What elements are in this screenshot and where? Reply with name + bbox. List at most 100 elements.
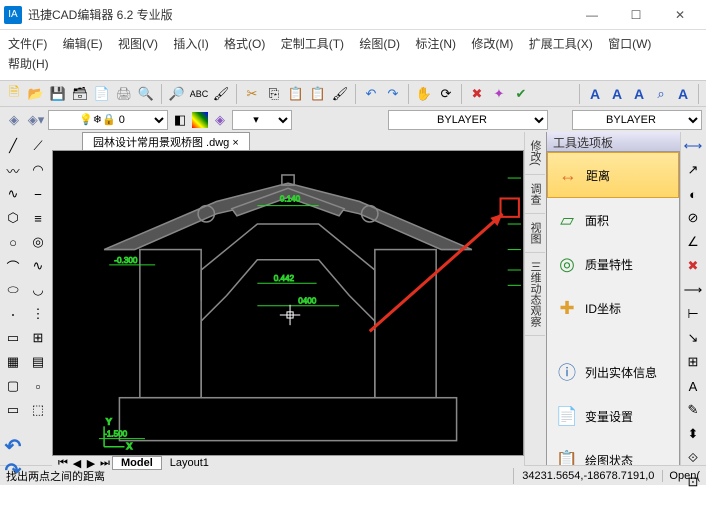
palette-area[interactable]: ▱ 面积 — [547, 198, 679, 242]
cut-icon[interactable]: ✂ — [242, 84, 262, 104]
arc2-icon[interactable]: ⌒ — [2, 256, 24, 276]
lineweight-select[interactable]: BYLAYER — [572, 110, 702, 130]
print-preview-icon[interactable]: 🔍 — [136, 84, 156, 104]
dim-leader-icon[interactable]: ↘ — [683, 328, 703, 348]
circle-icon[interactable]: ○ — [2, 232, 24, 252]
purge-icon[interactable]: ✦ — [489, 84, 509, 104]
revcloud-icon[interactable]: ∿ — [27, 256, 49, 276]
palette-id[interactable]: ✚ ID坐标 — [547, 286, 679, 330]
gradient-icon[interactable]: ▤ — [27, 352, 49, 372]
earc-icon[interactable]: ◡ — [27, 280, 49, 300]
color-select[interactable]: ▾ — [232, 110, 292, 130]
menu-insert[interactable]: 插入(I) — [173, 37, 208, 51]
doc-tab[interactable]: 园林设计常用景观桥图 .dwg × — [82, 132, 250, 150]
pdf-icon[interactable]: 📄 — [92, 84, 112, 104]
menu-view[interactable]: 视图(V) — [118, 37, 158, 51]
vtab-modify[interactable]: 修改( — [525, 132, 545, 175]
linetype-select[interactable]: BYLAYER — [388, 110, 548, 130]
paste-icon[interactable]: 📋 — [308, 84, 328, 104]
pline-icon[interactable]: 〰 — [2, 160, 24, 180]
text-a4-icon[interactable]: ⌕ — [651, 84, 671, 104]
insert-icon[interactable]: ⊞ — [27, 328, 49, 348]
text-a5-icon[interactable]: A — [673, 84, 693, 104]
undo2-icon[interactable]: ↶ — [2, 436, 24, 456]
divide-icon[interactable]: ⋮ — [27, 304, 49, 324]
status-mode[interactable]: Open( — [663, 470, 706, 482]
menu-draw[interactable]: 绘图(D) — [359, 37, 400, 51]
pan-icon[interactable]: ✋ — [414, 84, 434, 104]
point-icon[interactable]: · — [2, 304, 24, 324]
vtab-inquiry[interactable]: 调查 — [525, 175, 545, 214]
menu-modify[interactable]: 修改(M) — [471, 37, 513, 51]
redo-icon[interactable]: ↷ — [383, 84, 403, 104]
layer-select[interactable]: 💡❄🔒 0 — [48, 110, 168, 130]
palette-distance[interactable]: ↔ 距离 — [547, 152, 679, 198]
dim-aligned-icon[interactable]: ↗ — [683, 160, 703, 180]
erase-icon[interactable]: ✖ — [467, 84, 487, 104]
boundary-icon[interactable]: ⬚ — [27, 400, 49, 420]
text-a2-icon[interactable]: A — [607, 84, 627, 104]
dim-radius-icon[interactable]: ◐ — [683, 184, 703, 204]
wipeout-icon[interactable]: ▫ — [27, 376, 49, 396]
palette-mass[interactable]: ◎ 质量特性 — [547, 242, 679, 286]
audit-icon[interactable]: ✔ — [511, 84, 531, 104]
drawing-canvas[interactable]: 0.140 0.442 0400 -0.300 -1.500 — [52, 150, 524, 456]
saveall-icon[interactable]: 🗃 — [70, 84, 90, 104]
donut-icon[interactable]: ◎ — [27, 232, 49, 252]
minimize-button[interactable]: — — [570, 1, 614, 29]
vtab-3dorbit[interactable]: 三维动态观察 — [525, 253, 545, 336]
dim-diameter-icon[interactable]: ⊘ — [683, 208, 703, 228]
menu-custom-tools[interactable]: 定制工具(T) — [281, 37, 344, 51]
copy-icon[interactable]: ⎘ — [264, 84, 284, 104]
mline-icon[interactable]: ≡ — [27, 208, 49, 228]
refresh-icon[interactable]: ⟳ — [436, 84, 456, 104]
dim-update-icon[interactable]: ⟐ — [683, 448, 703, 468]
palette-status[interactable]: 📋 绘图状态 — [547, 438, 679, 465]
dim-delete-icon[interactable]: ✖ — [683, 256, 703, 276]
dim-linear-icon[interactable]: ⟷ — [683, 136, 703, 156]
block-icon[interactable]: ▭ — [2, 328, 24, 348]
close-button[interactable]: ✕ — [658, 1, 702, 29]
palette-list[interactable]: ⓘ 列出实体信息 — [547, 350, 679, 394]
find-icon[interactable]: 🔎 — [167, 84, 187, 104]
layer-prev-icon[interactable]: ◧ — [170, 110, 190, 130]
spline-icon[interactable]: ∿ — [2, 184, 24, 204]
arc-icon[interactable]: ◠ — [27, 160, 49, 180]
color-icon[interactable] — [192, 112, 208, 128]
ray-icon[interactable]: ⟋ — [27, 136, 49, 156]
dim-angular-icon[interactable]: ∠ — [683, 232, 703, 252]
open-icon[interactable]: 📂 — [26, 84, 46, 104]
menu-help[interactable]: 帮助(H) — [8, 57, 49, 71]
dim-center-icon[interactable]: A — [683, 376, 703, 396]
line-icon[interactable]: ╱ — [2, 136, 24, 156]
menu-format[interactable]: 格式(O) — [224, 37, 265, 51]
save-icon[interactable]: 💾 — [48, 84, 68, 104]
dim-style-icon[interactable]: ⬍ — [683, 424, 703, 444]
undo-icon[interactable]: ↶ — [361, 84, 381, 104]
menu-edit[interactable]: 编辑(E) — [63, 37, 103, 51]
palette-setvar[interactable]: 📄 变量设置 — [547, 394, 679, 438]
menu-ext-tools[interactable]: 扩展工具(X) — [529, 37, 593, 51]
polygon-icon[interactable]: ⬡ — [2, 208, 24, 228]
dim-baseline-icon[interactable]: ⊢ — [683, 304, 703, 324]
new-icon[interactable]: 🗎 — [4, 84, 24, 104]
spell-icon[interactable]: ABC — [189, 84, 209, 104]
region-icon[interactable]: ▢ — [2, 376, 24, 396]
dim-edit-icon[interactable]: ✎ — [683, 400, 703, 420]
text-a3-icon[interactable]: A — [629, 84, 649, 104]
layer-mgr-icon[interactable]: ◈ — [4, 110, 24, 130]
dim-tolerance-icon[interactable]: ⊞ — [683, 352, 703, 372]
copyclip-icon[interactable]: 📋 — [286, 84, 306, 104]
maximize-button[interactable]: ☐ — [614, 1, 658, 29]
matchprop-icon[interactable]: 🖌 — [330, 84, 350, 104]
print-icon[interactable]: 🖨 — [114, 84, 134, 104]
layer-tool-icon[interactable]: ◈ — [210, 110, 230, 130]
vtab-view[interactable]: 视图 — [525, 214, 545, 253]
menu-window[interactable]: 窗口(W) — [608, 37, 651, 51]
text-a1-icon[interactable]: A — [585, 84, 605, 104]
paint-icon[interactable]: 🖌 — [211, 84, 231, 104]
hatch-icon[interactable]: ▦ — [2, 352, 24, 372]
dim-continue-icon[interactable]: ⟶ — [683, 280, 703, 300]
rect-icon[interactable]: ▭ — [2, 400, 24, 420]
xline-icon[interactable]: ⎯ — [27, 184, 49, 204]
